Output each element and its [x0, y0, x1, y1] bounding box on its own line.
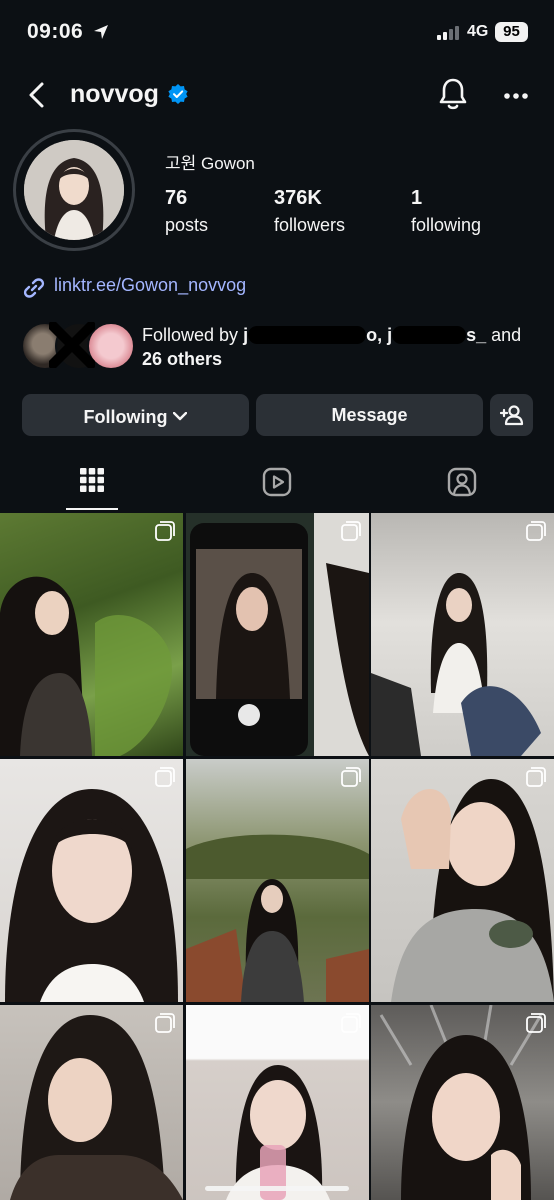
following-button-label: Following — [83, 407, 168, 427]
multiple-posts-icon — [526, 521, 546, 546]
post-photo — [186, 513, 369, 756]
profile-tabs — [0, 455, 554, 513]
post-thumbnail[interactable] — [186, 759, 369, 1002]
following-label: following — [411, 215, 482, 235]
mutual-name-2-end: s_ — [466, 325, 487, 345]
post-thumbnail[interactable] — [371, 1005, 554, 1200]
post-thumbnail[interactable] — [0, 1005, 183, 1200]
verified-badge-icon — [168, 84, 188, 109]
posts-count: 76 — [165, 187, 188, 209]
following-stat[interactable]: 1 following — [411, 187, 481, 236]
reels-icon — [262, 467, 292, 497]
followed-by-text[interactable]: Followed by j o, j s_ and 26 others — [142, 323, 542, 371]
post-thumbnail[interactable] — [371, 513, 554, 756]
post-photo — [186, 834, 369, 1002]
profile-header: novvog — [0, 68, 554, 124]
tab-tagged[interactable] — [370, 455, 554, 513]
tab-posts-grid[interactable] — [0, 455, 184, 513]
home-indicator[interactable] — [205, 1186, 349, 1191]
multiple-posts-icon — [341, 767, 361, 792]
post-photo — [391, 779, 554, 1002]
multiple-posts-icon — [155, 767, 175, 792]
posts-stat[interactable]: 76 posts — [165, 187, 208, 236]
network-type: 4G — [467, 23, 489, 40]
following-button[interactable]: Following — [22, 394, 249, 436]
multiple-posts-icon — [341, 521, 361, 546]
profile-avatar[interactable] — [13, 129, 135, 251]
message-button-label: Message — [331, 405, 408, 425]
link-icon — [22, 276, 46, 305]
add-person-icon — [499, 405, 523, 426]
followed-by-prefix: Followed by — [142, 325, 239, 345]
profile-username: novvog — [70, 80, 159, 108]
multiple-posts-icon — [526, 767, 546, 792]
posts-label: posts — [165, 215, 209, 235]
post-thumbnail[interactable] — [371, 759, 554, 1002]
tagged-icon — [447, 467, 477, 497]
followers-count: 376K — [274, 187, 322, 209]
tab-reels[interactable] — [185, 455, 369, 513]
bio-link-text: linktr.ee/Gowon_novvog — [54, 275, 247, 295]
status-time: 09:06 — [27, 20, 84, 43]
followers-stat[interactable]: 376K followers — [274, 187, 345, 236]
post-photo — [5, 789, 178, 1002]
mutual-name-1-end: o, — [366, 325, 383, 345]
multiple-posts-icon — [155, 521, 175, 546]
posts-grid — [0, 513, 554, 1200]
redacted-name-1 — [248, 326, 367, 344]
post-photo — [371, 573, 541, 756]
active-tab-indicator — [66, 508, 118, 510]
redaction-scribble — [49, 322, 95, 368]
post-thumbnail[interactable] — [0, 513, 183, 756]
bell-icon[interactable] — [437, 77, 469, 116]
status-bar: 09:06 4G 95 — [0, 0, 554, 64]
suggest-people-button[interactable] — [490, 394, 533, 436]
battery-level: 95 — [495, 22, 528, 42]
multiple-posts-icon — [155, 1013, 175, 1038]
mutual-followers-avatars[interactable] — [21, 322, 135, 370]
location-arrow-icon — [92, 23, 110, 46]
avatar-photo — [24, 140, 124, 240]
back-icon[interactable] — [22, 80, 52, 115]
multiple-posts-icon — [341, 1013, 361, 1038]
post-thumbnail[interactable] — [186, 513, 369, 756]
multiple-posts-icon — [526, 1013, 546, 1038]
followed-by-and: and — [491, 325, 522, 345]
post-thumbnail[interactable] — [186, 1005, 369, 1200]
display-name: 고원 Gowon — [165, 154, 255, 173]
post-thumbnail[interactable] — [0, 759, 183, 1002]
message-button[interactable]: Message — [256, 394, 483, 436]
following-count: 1 — [411, 187, 423, 209]
followers-label: followers — [274, 215, 346, 235]
followed-by-others: 26 others — [142, 349, 223, 369]
chevron-down-icon — [173, 394, 188, 436]
more-options-icon[interactable] — [503, 87, 529, 105]
signal-bars-icon — [437, 26, 463, 45]
grid-icon — [80, 468, 104, 492]
redacted-name-2 — [392, 326, 467, 344]
post-photo — [0, 576, 172, 756]
